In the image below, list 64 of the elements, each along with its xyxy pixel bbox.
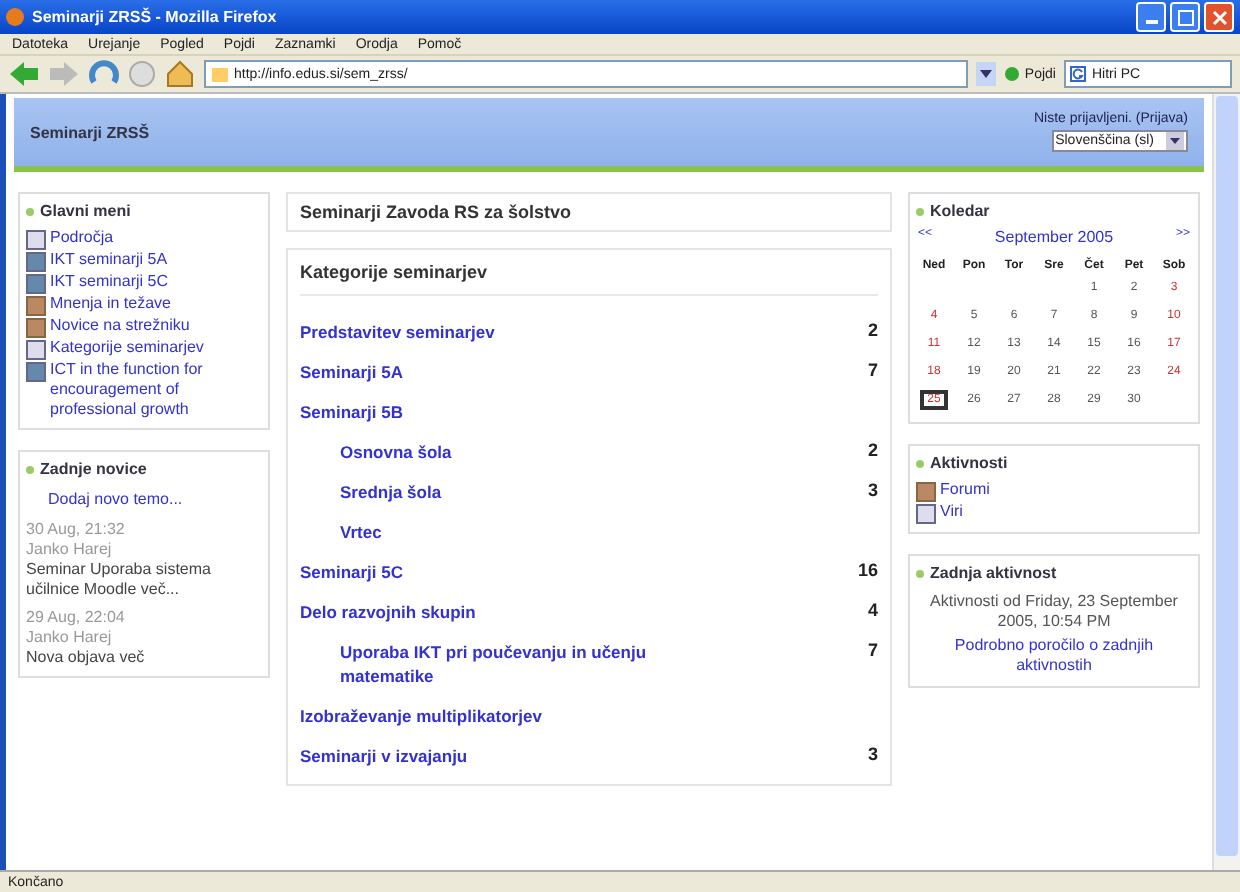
scrollbar[interactable] bbox=[1212, 94, 1240, 870]
caret-icon bbox=[980, 70, 993, 78]
course-count: 7 bbox=[865, 358, 878, 382]
category-link[interactable]: Delo razvojnih skupin bbox=[300, 598, 838, 626]
window-title: Seminarji ZRSŠ - Mozilla Firefox bbox=[32, 8, 279, 26]
dropdown-button[interactable] bbox=[976, 62, 997, 86]
post-title: Nova objava več bbox=[26, 648, 147, 668]
block-title: Zadnje novice bbox=[40, 460, 147, 478]
category-link[interactable]: Srednja šola bbox=[340, 478, 740, 506]
home-icon[interactable] bbox=[164, 60, 196, 88]
menu-link[interactable]: Novice na strežniku bbox=[50, 316, 190, 338]
site-title: Seminarji ZRSŠ bbox=[30, 123, 150, 141]
post-author: Janko Harej bbox=[26, 628, 114, 648]
reload-icon[interactable] bbox=[88, 60, 120, 88]
back-icon[interactable] bbox=[8, 60, 40, 88]
add-topic-link[interactable]: Dodaj novo temo... bbox=[48, 490, 183, 508]
course-count: 2 bbox=[865, 318, 878, 342]
course-count: 16 bbox=[855, 558, 878, 582]
minimize-icon bbox=[1145, 20, 1157, 24]
maximize-icon bbox=[1177, 9, 1193, 25]
month-title[interactable]: September 2005 bbox=[994, 228, 1114, 246]
maximize-button[interactable] bbox=[1170, 2, 1200, 32]
block-title: Glavni meni bbox=[40, 202, 131, 220]
course-count: 4 bbox=[865, 598, 878, 622]
browser-icon bbox=[6, 8, 24, 26]
summary-title: Seminarji Zavoda RS za šolstvo bbox=[300, 202, 572, 222]
category-link[interactable]: Seminarji 5B bbox=[300, 398, 878, 426]
course-count: 2 bbox=[865, 438, 878, 462]
menu-link[interactable]: Področja bbox=[50, 228, 114, 250]
post-title: Seminar Uporaba sistema učilnice Moodle več... bbox=[26, 560, 213, 600]
category-link[interactable]: Uporaba IKT pri poučevanju in učenju matematike bbox=[340, 638, 740, 690]
course-count: 3 bbox=[865, 742, 878, 766]
course-count: 3 bbox=[865, 478, 878, 502]
category-link[interactable]: Seminarji v izvajanju bbox=[300, 742, 838, 770]
activity-since: Aktivnosti od Friday, 23 September 2005, 10:54 PM bbox=[928, 590, 1180, 634]
post-date: 30 Aug, 21:32 bbox=[26, 520, 127, 540]
minimize-button[interactable] bbox=[1136, 2, 1166, 32]
post-date: 29 Aug, 22:04 bbox=[26, 608, 127, 628]
menu-link[interactable]: Kategorije seminarjev bbox=[50, 338, 204, 360]
block-title: Zadnja aktivnost bbox=[930, 564, 1057, 582]
block-title: Aktivnosti bbox=[930, 454, 1008, 472]
caret-icon bbox=[1166, 132, 1184, 150]
search-engine-icon bbox=[1070, 66, 1086, 82]
category-link[interactable]: Predstavitev seminarjev bbox=[300, 318, 838, 346]
go-icon bbox=[1004, 66, 1021, 82]
menu-link[interactable]: IKT seminarji 5A bbox=[50, 250, 168, 272]
course-count: 7 bbox=[865, 638, 878, 662]
close-button[interactable] bbox=[1204, 2, 1234, 32]
categories-title: Kategorije seminarjev bbox=[300, 250, 878, 296]
menu-link[interactable]: IKT seminarji 5C bbox=[50, 272, 168, 294]
block-title: Koledar bbox=[930, 202, 990, 220]
category-link[interactable]: Osnovna šola bbox=[340, 438, 740, 466]
activity-link[interactable]: Viri bbox=[940, 502, 963, 524]
menu-link[interactable]: Mnenja in težave bbox=[50, 294, 171, 316]
post-author: Janko Harej bbox=[26, 540, 114, 560]
category-link[interactable]: Vrtec bbox=[340, 518, 740, 546]
category-link[interactable]: Seminarji 5A bbox=[300, 358, 838, 386]
category-link[interactable]: Seminarji 5C bbox=[300, 558, 838, 586]
stop-icon[interactable] bbox=[128, 60, 156, 88]
activity-link[interactable]: Forumi bbox=[940, 480, 990, 502]
menu-link[interactable]: ICT in the function for encouragement of professional growth bbox=[50, 360, 262, 420]
full-report-link[interactable]: Podrobno poročilo o zadnjih aktivnostih bbox=[922, 636, 1186, 676]
category-link[interactable]: Izobraževanje multiplikatorjev bbox=[300, 702, 878, 730]
close-icon bbox=[1211, 9, 1227, 25]
